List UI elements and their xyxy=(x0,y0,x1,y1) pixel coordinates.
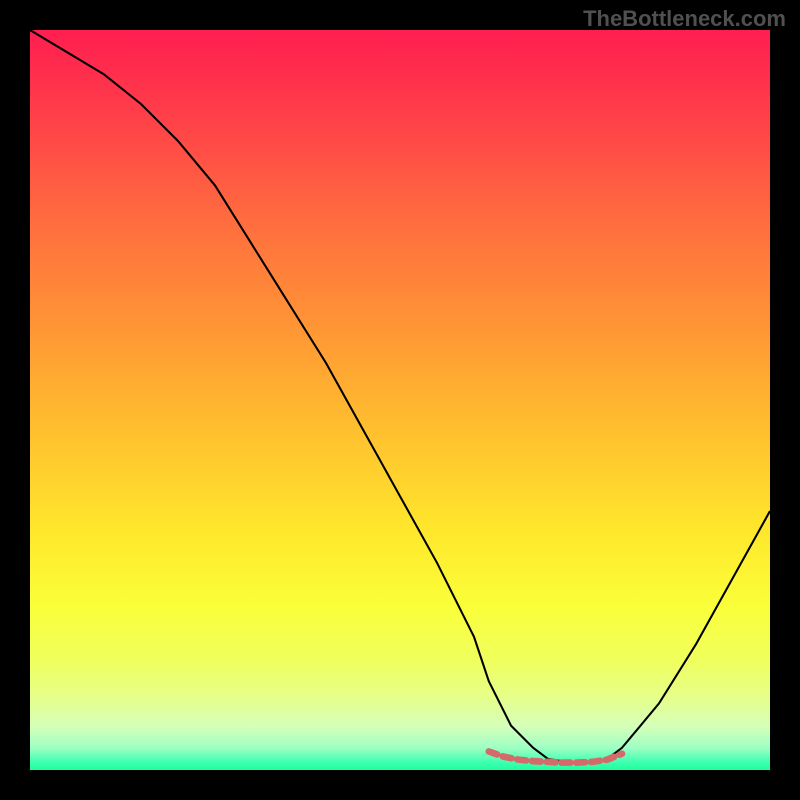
chart-svg xyxy=(30,30,770,770)
optimal-band-path xyxy=(489,752,622,763)
chart-plot-area xyxy=(30,30,770,770)
watermark-text: TheBottleneck.com xyxy=(583,6,786,32)
bottleneck-curve-path xyxy=(30,30,770,763)
